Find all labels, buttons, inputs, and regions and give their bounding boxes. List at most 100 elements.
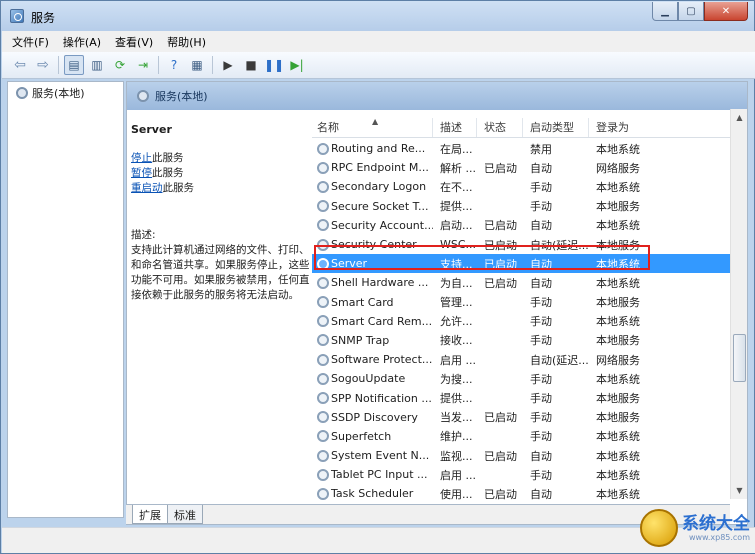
watermark-text-group: 系统大全 www.xp85.com bbox=[682, 515, 750, 542]
service-name-text: Tablet PC Input ... bbox=[331, 468, 428, 482]
export-icon[interactable]: ⇥ bbox=[133, 55, 153, 75]
watermark-logo-icon bbox=[640, 509, 678, 547]
forward-arrow-icon[interactable]: ⇨ bbox=[33, 55, 53, 75]
stop-service-link[interactable]: 停止 bbox=[131, 152, 152, 164]
service-startup-type-cell: 自动 bbox=[530, 257, 552, 271]
service-startup-type-cell: 手动 bbox=[530, 315, 552, 329]
service-actions: 停止此服务 暂停此服务 重启动此服务 bbox=[131, 151, 311, 196]
tree-item-label: 服务(本地) bbox=[32, 87, 85, 100]
service-name-text: Smart Card bbox=[331, 295, 394, 309]
column-header-name[interactable]: ▲ 名称 bbox=[312, 117, 433, 137]
service-logon-cell: 本地服务 bbox=[596, 296, 640, 310]
table-row[interactable]: Secure Socket T... 提供... 手动 本地服务 bbox=[312, 197, 732, 216]
column-header-description[interactable]: 描述 bbox=[433, 118, 477, 137]
pause-service-link[interactable]: 暂停 bbox=[131, 167, 152, 179]
service-description-cell: 为自... bbox=[440, 276, 473, 290]
table-row[interactable]: Task Scheduler 使用... 已启动 自动 本地系统 bbox=[312, 484, 732, 502]
table-row[interactable]: SPP Notification ... 提供... 手动 本地服务 bbox=[312, 388, 732, 407]
close-button[interactable]: ✕ bbox=[704, 2, 748, 21]
start-icon[interactable]: ▶ bbox=[218, 55, 238, 75]
services-app-icon bbox=[10, 9, 24, 23]
service-startup-type-cell: 手动 bbox=[530, 430, 552, 444]
table-row[interactable]: Superfetch 维护... 手动 本地系统 bbox=[312, 427, 732, 446]
scroll-down-icon[interactable]: ▼ bbox=[731, 482, 748, 499]
service-name-text: RPC Endpoint M... bbox=[331, 161, 429, 175]
service-name-cell: Shell Hardware ... bbox=[312, 276, 433, 289]
service-name-text: Security Center bbox=[331, 238, 417, 252]
tab-standard[interactable]: 标准 bbox=[167, 505, 203, 524]
scroll-up-icon[interactable]: ▲ bbox=[731, 109, 748, 126]
menu-file[interactable]: 文件(F) bbox=[12, 34, 49, 50]
menu-view[interactable]: 查看(V) bbox=[115, 34, 153, 50]
column-header-startup-type[interactable]: 启动类型 bbox=[523, 118, 589, 137]
service-description-cell: 支持... bbox=[440, 257, 473, 271]
service-gear-icon bbox=[317, 257, 329, 270]
service-logon-cell: 本地系统 bbox=[596, 315, 640, 329]
table-row[interactable]: Shell Hardware ... 为自... 已启动 自动 本地系统 bbox=[312, 273, 732, 292]
service-description-cell: 接收... bbox=[440, 334, 473, 348]
column-header-status[interactable]: 状态 bbox=[477, 118, 523, 137]
service-gear-icon bbox=[317, 238, 329, 251]
service-name-text: Security Account... bbox=[331, 218, 433, 232]
tree-item-services-local[interactable]: 服务(本地) bbox=[16, 85, 85, 101]
minimize-button[interactable]: ▁ bbox=[652, 2, 678, 21]
service-name-text: Secure Socket T... bbox=[331, 199, 429, 213]
help-icon[interactable]: ? bbox=[164, 55, 184, 75]
toolbar-separator bbox=[158, 56, 159, 74]
table-row[interactable]: SNMP Trap 接收... 手动 本地服务 bbox=[312, 331, 732, 350]
service-startup-type-cell: 自动 bbox=[530, 487, 552, 501]
table-row[interactable]: Server 支持... 已启动 自动 本地系统 bbox=[312, 254, 732, 274]
service-logon-cell: 网络服务 bbox=[596, 161, 640, 175]
table-row[interactable]: Security Account... 启动... 已启动 自动 本地系统 bbox=[312, 216, 732, 235]
gear-icon bbox=[16, 87, 28, 99]
restart-icon[interactable]: ▶| bbox=[287, 55, 307, 75]
properties-icon[interactable]: ▥ bbox=[87, 55, 107, 75]
service-name-cell: SNMP Trap bbox=[312, 334, 433, 347]
service-logon-cell: 网络服务 bbox=[596, 353, 640, 367]
watermark-text: 系统大全 bbox=[682, 513, 750, 534]
service-gear-icon bbox=[317, 142, 329, 155]
service-description-cell: 使用... bbox=[440, 487, 473, 501]
service-status-cell: 已启动 bbox=[484, 257, 517, 271]
table-row[interactable]: Smart Card Rem... 允许... 手动 本地系统 bbox=[312, 312, 732, 331]
stop-icon[interactable]: ■ bbox=[241, 55, 261, 75]
vertical-scrollbar[interactable]: ▲ ▼ bbox=[730, 109, 747, 499]
table-row[interactable]: Routing and Re... 在局... 禁用 本地系统 bbox=[312, 139, 732, 158]
console-tree-icon[interactable]: ▤ bbox=[64, 55, 84, 75]
table-row[interactable]: Smart Card 管理... 手动 本地服务 bbox=[312, 293, 732, 312]
pause-icon[interactable]: ❚❚ bbox=[264, 55, 284, 75]
menu-action[interactable]: 操作(A) bbox=[63, 34, 101, 50]
service-name-cell: Smart Card Rem... bbox=[312, 315, 433, 328]
service-logon-cell: 本地系统 bbox=[596, 468, 640, 482]
table-row[interactable]: Secondary Logon 在不... 手动 本地系统 bbox=[312, 177, 732, 196]
restart-action: 重启动此服务 bbox=[131, 181, 311, 196]
refresh-icon[interactable]: ⟳ bbox=[110, 55, 130, 75]
service-description-cell: 管理... bbox=[440, 296, 473, 310]
table-row[interactable]: System Event N... 监视... 已启动 自动 本地系统 bbox=[312, 446, 732, 465]
restart-service-link[interactable]: 重启动 bbox=[131, 182, 163, 194]
view-icon[interactable]: ▦ bbox=[187, 55, 207, 75]
pane-header: 服务(本地) bbox=[127, 82, 747, 110]
pause-action: 暂停此服务 bbox=[131, 166, 311, 181]
action-suffix: 此服务 bbox=[152, 167, 184, 179]
service-name-cell: Tablet PC Input ... bbox=[312, 468, 433, 481]
action-suffix: 此服务 bbox=[152, 152, 184, 164]
back-arrow-icon[interactable]: ⇦ bbox=[10, 55, 30, 75]
table-row[interactable]: SogouUpdate 为搜... 手动 本地系统 bbox=[312, 369, 732, 388]
table-row[interactable]: Tablet PC Input ... 启用 ... 手动 本地系统 bbox=[312, 465, 732, 484]
table-row[interactable]: RPC Endpoint M... 解析 ... 已启动 自动 网络服务 bbox=[312, 158, 732, 177]
service-description-cell: 当发... bbox=[440, 411, 473, 425]
service-description-cell: 监视... bbox=[440, 449, 473, 463]
service-gear-icon bbox=[317, 276, 329, 289]
service-gear-icon bbox=[317, 449, 329, 462]
table-row[interactable]: SSDP Discovery 当发... 已启动 手动 本地服务 bbox=[312, 408, 732, 427]
tab-extended[interactable]: 扩展 bbox=[132, 505, 168, 524]
maximize-button[interactable]: ▢ bbox=[678, 2, 704, 21]
table-row[interactable]: Security Center WSC... 已启动 自动(延迟... 本地服务 bbox=[312, 235, 732, 254]
services-window: 服务 ▁ ▢ ✕ 文件(F) 操作(A) 查看(V) 帮助(H) ⇦ ⇨ ▤ ▥… bbox=[0, 0, 755, 554]
column-header-logon-as[interactable]: 登录为 bbox=[589, 118, 732, 137]
menu-help[interactable]: 帮助(H) bbox=[167, 34, 206, 50]
scroll-thumb[interactable] bbox=[733, 334, 746, 382]
table-row[interactable]: Software Protect... 启用 ... 自动(延迟... 网络服务 bbox=[312, 350, 732, 369]
service-status-cell: 已启动 bbox=[484, 238, 517, 252]
